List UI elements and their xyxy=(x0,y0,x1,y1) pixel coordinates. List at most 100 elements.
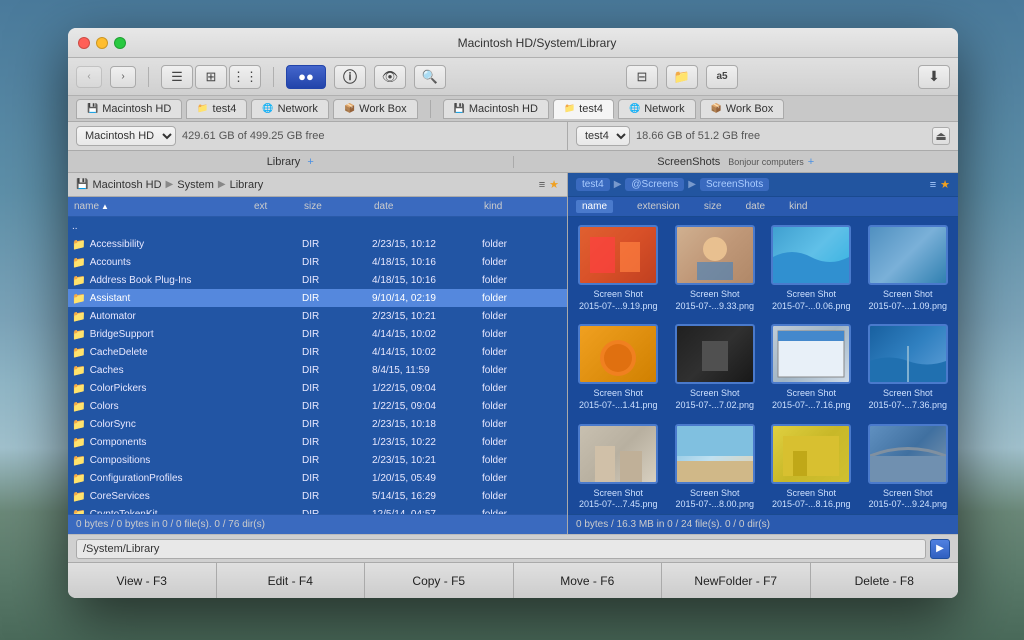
right-drive-select[interactable]: test4 xyxy=(576,126,630,146)
breadcrumb-item-hd[interactable]: Macintosh HD xyxy=(92,179,161,191)
rch-date: date xyxy=(746,201,765,212)
col-header-ext[interactable]: ext xyxy=(252,201,302,212)
info-button[interactable]: ⓘ xyxy=(334,65,366,89)
path-input[interactable] xyxy=(76,539,926,559)
fn-button-delete---f8[interactable]: Delete - F8 xyxy=(811,563,959,598)
view-list-button[interactable]: ☰ xyxy=(161,65,193,89)
left-drive-select[interactable]: Macintosh HD xyxy=(76,126,176,146)
file-row[interactable]: 📁CacheDeleteDIR4/14/15, 10:02folder xyxy=(68,343,567,361)
box-icon-left: 📦 xyxy=(344,103,355,114)
screenshot-item[interactable]: Screen Shot 2015-07-...0.06.png xyxy=(769,225,854,312)
search-button[interactable]: 🔍 xyxy=(414,65,446,89)
path-bar: ▶ xyxy=(68,534,958,562)
file-row[interactable]: 📁Address Book Plug-InsDIR4/18/15, 10:16f… xyxy=(68,271,567,289)
screenshot-item[interactable]: Screen Shot 2015-07-...9.19.png xyxy=(576,225,661,312)
tab-workbox-right[interactable]: 📦 Work Box xyxy=(700,99,785,119)
col-header-date[interactable]: date xyxy=(372,201,482,212)
tab-test4-left[interactable]: 📁 test4 xyxy=(186,99,247,119)
screenshot-item[interactable]: Screen Shot 2015-07-...7.02.png xyxy=(673,324,758,411)
tab-macintosh-hd-left[interactable]: 💾 Macintosh HD xyxy=(76,99,182,119)
rename-button[interactable]: a5 xyxy=(706,65,738,89)
rch-kind: kind xyxy=(789,201,807,212)
view-icons-button[interactable]: ⊞ xyxy=(195,65,227,89)
right-sort-icon[interactable]: ≡ xyxy=(930,179,936,191)
folder-icon: 📁 xyxy=(72,256,86,269)
fn-button-move---f6[interactable]: Move - F6 xyxy=(514,563,663,598)
screenshot-item[interactable]: Screen Shot 2015-07-...1.41.png xyxy=(576,324,661,411)
screenshot-item[interactable]: Screen Shot 2015-07-...7.16.png xyxy=(769,324,854,411)
right-panel-add[interactable]: + xyxy=(808,156,814,168)
back-button[interactable]: ‹ xyxy=(76,66,102,88)
fn-button-copy---f5[interactable]: Copy - F5 xyxy=(365,563,514,598)
rb-screenshots[interactable]: ScreenShots xyxy=(700,178,769,191)
minimize-button[interactable] xyxy=(96,37,108,49)
tab-workbox-left[interactable]: 📦 Work Box xyxy=(333,99,418,119)
screenshot-item[interactable]: Screen Shot 2015-07-...9.33.png xyxy=(673,225,758,312)
screenshot-item[interactable]: Screen Shot 2015-07-...7.45.png xyxy=(576,424,661,511)
eye-button[interactable]: 👁 xyxy=(374,65,406,89)
file-row[interactable]: 📁CachesDIR8/4/15, 11:59folder xyxy=(68,361,567,379)
path-go-button[interactable]: ▶ xyxy=(930,539,950,559)
file-row[interactable]: 📁CompositionsDIR2/23/15, 10:21folder xyxy=(68,451,567,469)
download-button[interactable]: ⬇ xyxy=(918,65,950,89)
file-row[interactable]: 📁AssistantDIR9/10/14, 02:19folder xyxy=(68,289,567,307)
rb-test4[interactable]: test4 xyxy=(576,178,610,191)
star-icon[interactable]: ★ xyxy=(549,178,559,191)
fn-button-newfolder---f7[interactable]: NewFolder - F7 xyxy=(662,563,811,598)
file-row[interactable]: 📁BridgeSupportDIR4/14/15, 10:02folder xyxy=(68,325,567,343)
panel-toggle-button[interactable]: ⊟ xyxy=(626,65,658,89)
folder-icon: 📁 xyxy=(72,472,86,485)
col-header-kind[interactable]: kind xyxy=(482,201,542,212)
file-kind: folder xyxy=(482,347,542,358)
right-status-bar: 0 bytes / 16.3 MB in 0 / 24 file(s). 0 /… xyxy=(568,514,958,534)
screenshot-item[interactable]: Screen Shot 2015-07-...7.36.png xyxy=(866,324,951,411)
file-row[interactable]: 📁ComponentsDIR1/23/15, 10:22folder xyxy=(68,433,567,451)
file-row[interactable]: 📁ColorPickersDIR1/22/15, 09:04folder xyxy=(68,379,567,397)
file-name: Accounts xyxy=(90,257,131,268)
tab-network-left[interactable]: 🌐 Network xyxy=(251,99,329,119)
folder-icon-left-2: 📁 xyxy=(197,103,208,114)
hd-icon-left: 💾 xyxy=(76,179,88,190)
screenshot-item[interactable]: Screen Shot 2015-07-...9.24.png xyxy=(866,424,951,511)
screenshot-item[interactable]: Screen Shot 2015-07-...8.00.png xyxy=(673,424,758,511)
file-row[interactable]: 📁AutomatorDIR2/23/15, 10:21folder xyxy=(68,307,567,325)
rb-screens[interactable]: @Screens xyxy=(625,178,684,191)
folder-icon: 📁 xyxy=(72,400,86,413)
file-row[interactable]: .. xyxy=(68,217,567,235)
file-row[interactable]: 📁AccessibilityDIR2/23/15, 10:12folder xyxy=(68,235,567,253)
fn-button-edit---f4[interactable]: Edit - F4 xyxy=(217,563,366,598)
rch-size: size xyxy=(704,201,722,212)
tab-test4-right[interactable]: 📁 test4 xyxy=(553,99,614,119)
screenshot-label: Screen Shot 2015-07-...9.19.png xyxy=(579,289,658,312)
screenshot-item[interactable]: Screen Shot 2015-07-...8.16.png xyxy=(769,424,854,511)
file-kind: folder xyxy=(482,401,542,412)
new-folder-button[interactable]: 📁 xyxy=(666,65,698,89)
file-row[interactable]: 📁CoreServicesDIR5/14/15, 16:29folder xyxy=(68,487,567,505)
left-panel-add[interactable]: + xyxy=(307,156,313,168)
file-row[interactable]: 📁ColorSyncDIR2/23/15, 10:18folder xyxy=(68,415,567,433)
eject-button[interactable]: ⏏ xyxy=(932,127,950,145)
forward-button[interactable]: › xyxy=(110,66,136,88)
view-columns-button[interactable]: ⋮⋮ xyxy=(229,65,261,89)
screenshot-item[interactable]: Screen Shot 2015-07-...1.09.png xyxy=(866,225,951,312)
close-button[interactable] xyxy=(78,37,90,49)
toggle-button[interactable]: ●● xyxy=(286,65,326,89)
file-row[interactable]: 📁AccountsDIR4/18/15, 10:16folder xyxy=(68,253,567,271)
col-header-size[interactable]: size xyxy=(302,201,372,212)
rch-ext: extension xyxy=(637,201,680,212)
right-star-icon[interactable]: ★ xyxy=(940,178,950,191)
col-header-name[interactable]: name ▲ xyxy=(72,201,252,212)
breadcrumb-item-system[interactable]: System xyxy=(177,179,214,191)
maximize-button[interactable] xyxy=(114,37,126,49)
sort-icon[interactable]: ≡ xyxy=(539,179,545,191)
file-row[interactable]: 📁ConfigurationProfilesDIR1/20/15, 05:49f… xyxy=(68,469,567,487)
sort-arrow-name: ▲ xyxy=(101,202,109,211)
screenshot-thumb xyxy=(868,424,948,484)
file-row[interactable]: 📁CryptoTokenKitDIR12/5/14, 04:57folder xyxy=(68,505,567,514)
file-row[interactable]: 📁ColorsDIR1/22/15, 09:04folder xyxy=(68,397,567,415)
file-date: 2/23/15, 10:12 xyxy=(372,239,482,250)
breadcrumb-item-library[interactable]: Library xyxy=(230,179,264,191)
tab-network-right[interactable]: 🌐 Network xyxy=(618,99,696,119)
tab-macintosh-hd-right[interactable]: 💾 Macintosh HD xyxy=(443,99,549,119)
fn-button-view---f3[interactable]: View - F3 xyxy=(68,563,217,598)
